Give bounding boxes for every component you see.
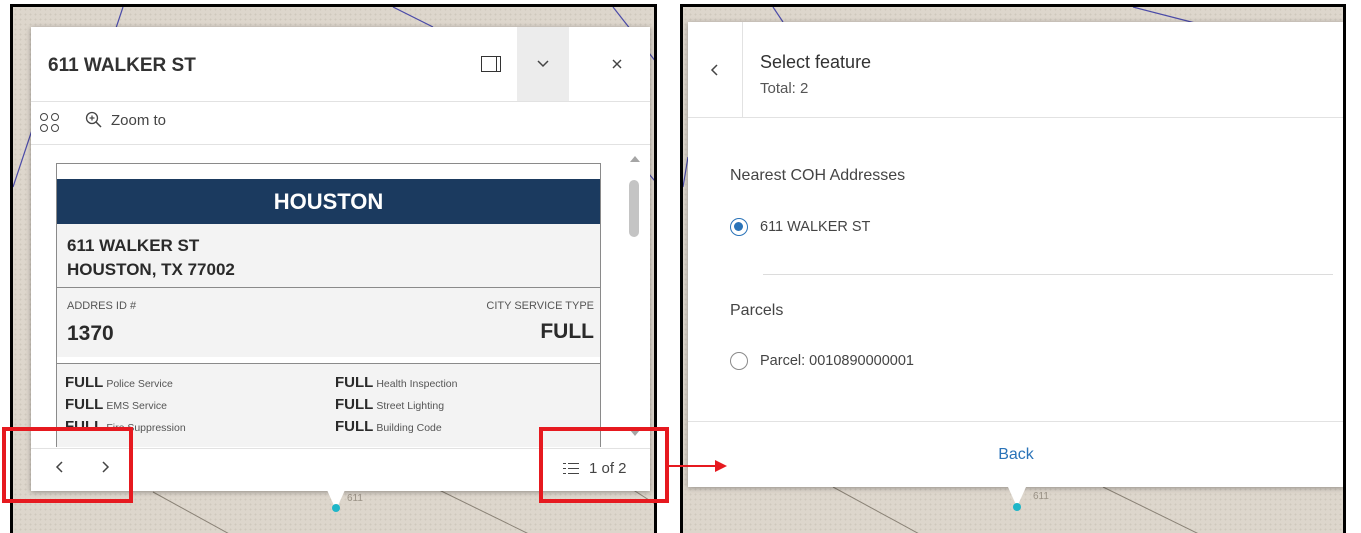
highlight-box-pager — [539, 427, 669, 503]
popup-title: Select feature — [760, 52, 872, 72]
dock-icon — [481, 56, 501, 72]
highlight-box-navigation — [2, 427, 133, 503]
flow-arrow-icon — [669, 460, 727, 472]
zoom-to-label: Zoom to — [111, 111, 167, 129]
scroll-thumb[interactable] — [629, 180, 639, 237]
feature-option-label: 611 WALKER ST — [760, 219, 871, 235]
address-line-1: 611 WALKER ST — [67, 236, 200, 255]
actions-grid-icon[interactable] — [40, 113, 62, 135]
select-feature-popup: Select feature Total: 2 Nearest COH Addr… — [688, 22, 1343, 487]
service-type-value: FULL — [540, 320, 594, 343]
zoom-in-icon — [85, 111, 102, 128]
back-arrow-button[interactable] — [688, 22, 743, 118]
feature-option[interactable]: 611 WALKER ST — [730, 218, 870, 236]
address-id-label: ADDRES ID # — [67, 300, 137, 312]
scroll-up-arrow-icon[interactable] — [630, 156, 640, 162]
feature-popup: 611 WALKER ST Zoom to HOUSTON 611 WALKER… — [31, 27, 650, 491]
service-item: FULL EMS Service — [65, 396, 168, 413]
screenshot-composite: 611 611 WALKER ST Zoom to HOUSTON 611 WA… — [0, 0, 1361, 533]
feature-location-marker[interactable] — [1013, 503, 1021, 511]
service-type-label: CITY SERVICE TYPE — [486, 300, 594, 312]
zoom-to-button[interactable]: Zoom to — [85, 111, 166, 129]
map-address-label: 611 — [347, 493, 363, 504]
popup-content[interactable]: HOUSTON 611 WALKER ST HOUSTON, TX 77002 … — [31, 146, 650, 447]
feature-card: HOUSTON 611 WALKER ST HOUSTON, TX 77002 … — [56, 163, 601, 447]
chevron-left-icon — [710, 64, 718, 76]
services-grid: FULL Police Service FULL Health Inspection… — [57, 363, 600, 447]
dock-button[interactable] — [465, 27, 517, 101]
service-item: FULL Police Service — [65, 374, 173, 391]
popup-header: 611 WALKER ST — [31, 27, 650, 102]
group-heading: Parcels — [730, 302, 784, 319]
popup-header: Select feature Total: 2 — [688, 22, 1343, 118]
address-id-value: 1370 — [67, 322, 114, 345]
collapse-button[interactable] — [517, 27, 569, 101]
feature-total: Total: 2 — [760, 80, 809, 97]
back-button[interactable]: Back — [998, 446, 1034, 464]
address-line-2: HOUSTON, TX 77002 — [67, 260, 235, 279]
feature-address: 611 WALKER ST HOUSTON, TX 77002 — [57, 224, 600, 287]
popup-toolbar: Zoom to — [31, 103, 650, 145]
feature-ids: ADDRES ID # CITY SERVICE TYPE 1370 FULL — [57, 287, 600, 357]
chevron-down-icon — [537, 60, 549, 68]
popup-title: 611 WALKER ST — [48, 55, 196, 76]
feature-option[interactable]: Parcel: 0010890000001 — [730, 352, 914, 370]
map-address-label: 611 — [1033, 491, 1049, 502]
city-banner: HOUSTON — [57, 179, 600, 224]
radio-selected-icon[interactable] — [730, 218, 748, 236]
radio-unselected-icon[interactable] — [730, 352, 748, 370]
group-heading: Nearest COH Addresses — [730, 167, 906, 184]
popup-footer: Back — [688, 421, 1343, 487]
close-button[interactable] — [591, 27, 643, 101]
feature-location-marker[interactable] — [332, 504, 340, 512]
feature-option-label: Parcel: 0010890000001 — [760, 353, 914, 369]
service-item: FULL Health Inspection — [335, 374, 458, 391]
divider — [763, 274, 1333, 275]
service-item: FULL Street Lighting — [335, 396, 445, 413]
service-item: FULL Building Code — [335, 418, 442, 435]
map-view-right[interactable]: 611 Select feature Total: 2 Nearest COH … — [680, 4, 1346, 533]
scrollbar[interactable] — [628, 156, 640, 436]
close-icon — [612, 59, 622, 69]
